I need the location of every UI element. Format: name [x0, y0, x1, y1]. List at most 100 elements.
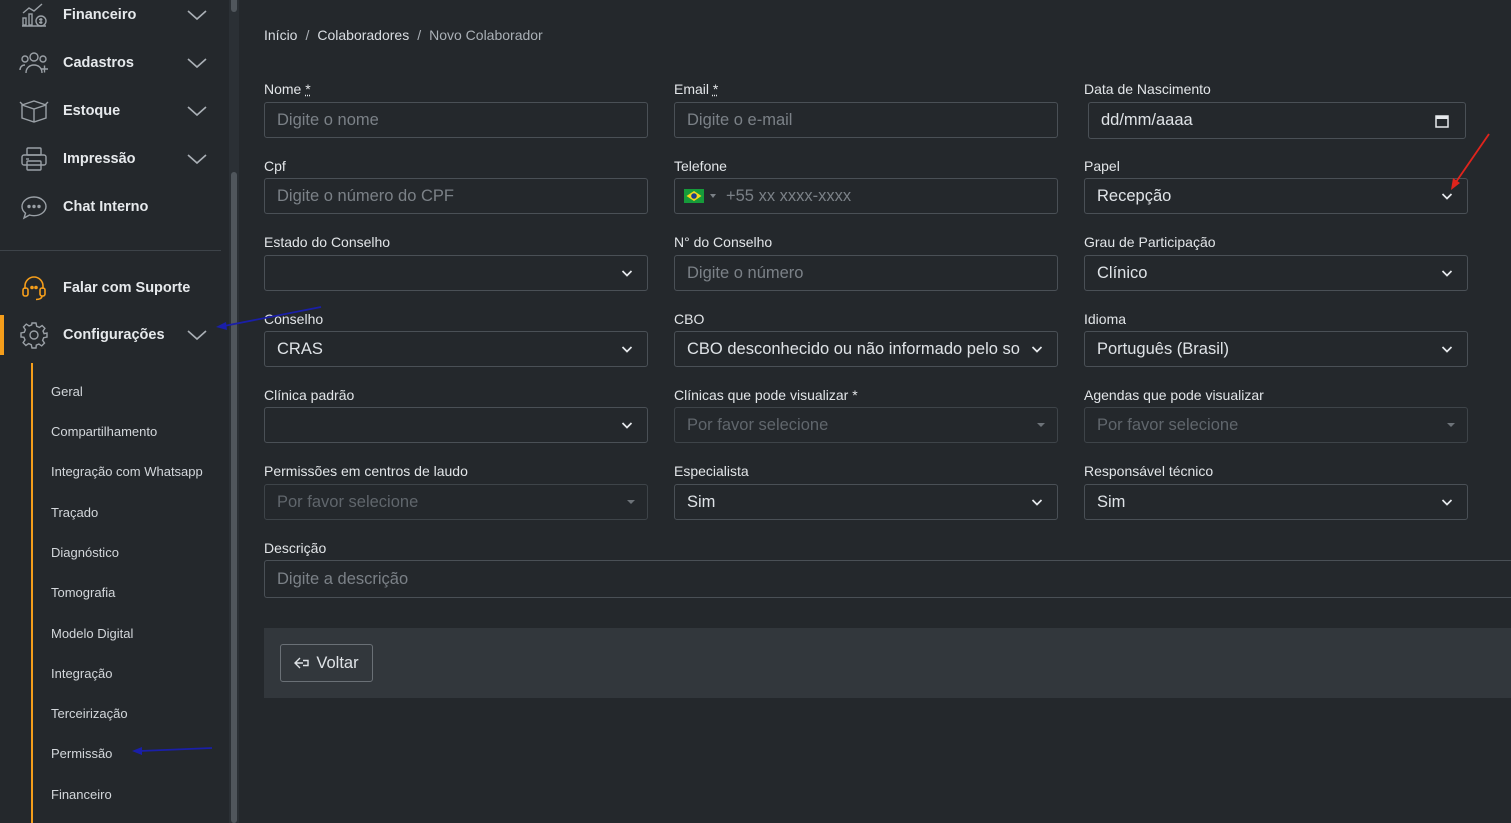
papel-label: Papel [1084, 158, 1120, 174]
email-label: Email * [674, 81, 719, 97]
clinicas-visualizar-label: Clínicas que pode visualizar * [674, 387, 858, 403]
telefone-field[interactable]: +55 xx xxxx-xxxx [674, 178, 1058, 214]
conselho-label: Conselho [264, 311, 324, 327]
cbo-label: CBO [674, 311, 705, 327]
descricao-field[interactable]: Digite a descrição [264, 560, 1511, 598]
chevron-down-icon[interactable] [186, 328, 208, 342]
clinicas-visualizar-multiselect[interactable]: Por favor selecione [674, 407, 1058, 443]
idioma-select[interactable]: Português (Brasil) [1084, 331, 1468, 367]
box-icon [19, 96, 49, 126]
clinica-padrao-label: Clínica padrão [264, 387, 355, 403]
headset-icon [19, 273, 49, 303]
telefone-label: Telefone [674, 158, 727, 174]
sidebar-item-label: Estoque [63, 103, 121, 119]
sidebar-item-estoque[interactable]: Estoque [0, 88, 221, 134]
agendas-visualizar-multiselect[interactable]: Por favor selecione [1084, 407, 1468, 443]
cbo-select[interactable]: CBO desconhecido ou não informado pelo s… [674, 331, 1058, 367]
caret-down-icon [627, 500, 635, 504]
sidebar-item-suporte[interactable]: Falar com Suporte [0, 265, 221, 311]
email-field[interactable]: Digite o e-mail [674, 102, 1058, 138]
permissoes-laudo-label: Permissões em centros de laudo [264, 463, 468, 479]
chevron-down-icon [621, 270, 633, 277]
num-conselho-field[interactable]: Digite o número [674, 255, 1058, 291]
chevron-down-icon [1031, 346, 1043, 353]
chevron-down-icon [621, 346, 633, 353]
nome-label: Nome * [264, 81, 311, 97]
caret-down-icon [1447, 423, 1455, 427]
support-label: Falar com Suporte [63, 280, 191, 296]
especialista-label: Especialista [674, 463, 749, 479]
gear-icon [19, 320, 49, 350]
nascimento-date-field[interactable]: dd/mm/aaaa [1088, 102, 1466, 139]
chat-icon [19, 192, 49, 222]
breadcrumb: Início / Colaboradores / Novo Colaborador [264, 27, 543, 43]
submenu-item-financeiro[interactable]: Financeiro [51, 787, 112, 802]
submenu-item-compartilhamento[interactable]: Compartilhamento [51, 424, 157, 439]
sidebar-item-cadastros[interactable]: Cadastros [0, 40, 221, 86]
chevron-down-icon [1031, 499, 1043, 506]
estado-conselho-label: Estado do Conselho [264, 234, 391, 250]
breadcrumb-colaboradores[interactable]: Colaboradores [317, 27, 409, 43]
grau-select[interactable]: Clínico [1084, 255, 1468, 291]
cpf-field[interactable]: Digite o número do CPF [264, 178, 648, 214]
sidebar-item-chat[interactable]: Chat Interno [0, 184, 221, 230]
agendas-visualizar-label: Agendas que pode visualizar [1084, 387, 1264, 403]
brazil-flag-icon[interactable] [684, 189, 716, 203]
sidebar-item-label: Cadastros [63, 55, 134, 71]
sidebar: Financeiro Cadastros Estoque Impressão C… [0, 0, 229, 823]
chevron-down-icon [1441, 499, 1453, 506]
permissoes-laudo-multiselect[interactable]: Por favor selecione [264, 484, 648, 520]
submenu-item-tracado[interactable]: Traçado [51, 505, 98, 520]
submenu-item-permissao[interactable]: Permissão [51, 746, 112, 761]
sidebar-item-configuracoes[interactable]: Configurações [0, 312, 221, 358]
chevron-down-icon[interactable] [186, 8, 208, 22]
submenu-item-tomografia[interactable]: Tomografia [51, 585, 115, 600]
breadcrumb-current: Novo Colaborador [429, 27, 543, 43]
chevron-down-icon[interactable] [186, 56, 208, 70]
submenu-item-whatsapp[interactable]: Integração com Whatsapp [51, 464, 203, 479]
sidebar-item-financeiro[interactable]: Financeiro [0, 0, 221, 38]
nascimento-label: Data de Nascimento [1084, 81, 1211, 97]
chevron-down-icon [1441, 270, 1453, 277]
papel-select[interactable]: Recepção [1084, 178, 1468, 214]
nome-field[interactable]: Digite o nome [264, 102, 648, 138]
grau-label: Grau de Participação [1084, 234, 1216, 250]
sidebar-divider [0, 250, 221, 251]
submenu-item-geral[interactable]: Geral [51, 384, 83, 399]
voltar-button[interactable]: Voltar [280, 644, 373, 682]
arrow-left-icon [294, 657, 310, 669]
estado-conselho-select[interactable] [264, 255, 648, 291]
submenu-indicator [31, 363, 33, 823]
sidebar-item-label: Financeiro [63, 7, 137, 23]
chevron-down-icon [621, 422, 633, 429]
calendar-icon[interactable] [1435, 114, 1449, 128]
submenu-item-terceirizacao[interactable]: Terceirização [51, 706, 128, 721]
sidebar-item-impressao[interactable]: Impressão [0, 136, 221, 182]
chevron-down-icon[interactable] [186, 152, 208, 166]
chevron-down-icon [1441, 346, 1453, 353]
printer-icon [19, 144, 49, 174]
clinica-padrao-select[interactable] [264, 407, 648, 443]
conselho-select[interactable]: CRAS [264, 331, 648, 367]
chevron-down-icon [1441, 193, 1453, 200]
descricao-label: Descrição [264, 540, 327, 556]
submenu-item-modelo-digital[interactable]: Modelo Digital [51, 626, 133, 641]
sidebar-item-label: Impressão [63, 151, 136, 167]
chevron-down-icon[interactable] [186, 104, 208, 118]
finance-icon [19, 0, 49, 30]
form-footer [264, 628, 1511, 698]
responsavel-select[interactable]: Sim [1084, 484, 1468, 520]
scrollbar-thumb-top [231, 0, 237, 12]
submenu-item-diagnostico[interactable]: Diagnóstico [51, 545, 119, 560]
users-icon [19, 48, 49, 78]
responsavel-label: Responsável técnico [1084, 463, 1214, 479]
cpf-label: Cpf [264, 158, 286, 174]
breadcrumb-home[interactable]: Início [264, 27, 297, 43]
num-conselho-label: N° do Conselho [674, 234, 773, 250]
especialista-select[interactable]: Sim [674, 484, 1058, 520]
config-label: Configurações [63, 327, 165, 343]
idioma-label: Idioma [1084, 311, 1127, 327]
scrollbar-thumb[interactable] [231, 172, 237, 823]
sidebar-item-label: Chat Interno [63, 199, 149, 215]
submenu-item-integracao[interactable]: Integração [51, 666, 112, 681]
